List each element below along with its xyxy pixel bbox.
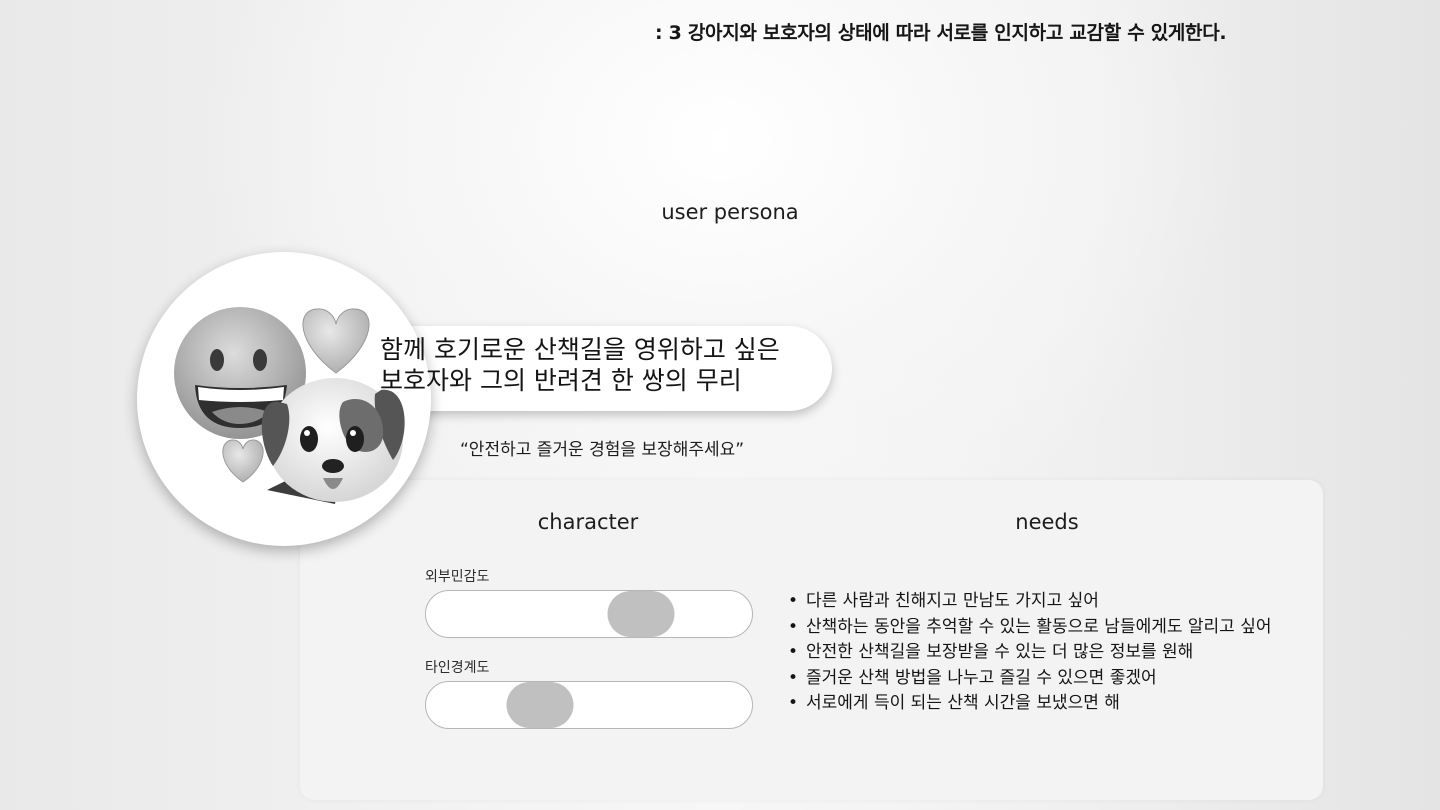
character-title: character bbox=[537, 510, 639, 534]
heart-icon bbox=[302, 308, 370, 374]
slider-label-stranger-wariness: 타인경계도 bbox=[425, 660, 490, 676]
slider-label-external-sensitivity: 외부민감도 bbox=[425, 569, 490, 585]
stranger-wariness-slider[interactable] bbox=[425, 681, 753, 729]
summary-line-2: 보호자와 그의 반려견 한 쌍의 무리 bbox=[380, 366, 742, 395]
section-heading: : 3 강아지와 보호자의 상태에 따라 서로를 인지하고 교감할 수 있게한다… bbox=[655, 22, 1227, 44]
persona-label: user persona bbox=[661, 200, 799, 224]
needs-item: 다른 사람과 친해지고 만남도 가지고 싶어 bbox=[788, 589, 1272, 615]
summary-line-1: 함께 호기로운 산책길을 영위하고 싶은 bbox=[380, 335, 780, 364]
needs-item: 안전한 산책길을 보장받을 수 있는 더 많은 정보를 원해 bbox=[788, 640, 1272, 666]
external-sensitivity-slider[interactable] bbox=[425, 590, 753, 638]
needs-item: 서로에게 득이 되는 산책 시간을 보냈으면 해 bbox=[788, 691, 1272, 717]
persona-quote: “안전하고 즐거운 경험을 보장해주세요” bbox=[460, 440, 745, 460]
needs-title: needs bbox=[1015, 510, 1079, 534]
slider-thumb[interactable] bbox=[506, 682, 574, 728]
avatar-illustration bbox=[174, 307, 405, 504]
needs-item: 즐거운 산책 방법을 나누고 즐길 수 있으면 좋겠어 bbox=[788, 666, 1272, 692]
needs-list: 다른 사람과 친해지고 만남도 가지고 싶어 산책하는 동안을 추억할 수 있는… bbox=[788, 589, 1272, 717]
needs-item: 산책하는 동안을 추억할 수 있는 활동으로 남들에게도 알리고 싶어 bbox=[788, 615, 1272, 641]
heart-icon bbox=[222, 439, 264, 483]
slider-thumb[interactable] bbox=[607, 591, 675, 637]
persona-avatar bbox=[137, 252, 431, 546]
persona-summary: 함께 호기로운 산책길을 영위하고 싶은 보호자와 그의 반려견 한 쌍의 무리 bbox=[380, 334, 780, 396]
